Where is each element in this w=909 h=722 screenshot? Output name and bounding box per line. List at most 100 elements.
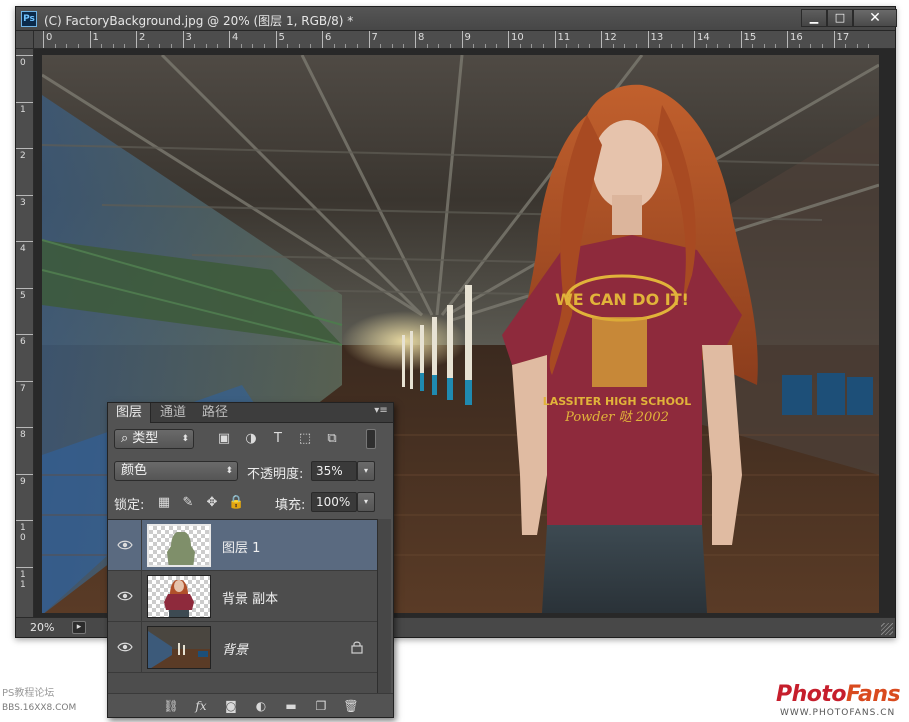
updown-arrow-icon: ⬍ [225, 466, 233, 476]
layers-panel: 图层 通道 路径 ▾≡ ⌕ 类型 ⬍ ▣ ◑ T ⬚ ⧉ 颜色 ⬍ 不透明度: 3… [107, 402, 394, 718]
blend-mode-value: 颜色 [121, 463, 148, 478]
filter-pixel-icon[interactable]: ▣ [216, 431, 232, 447]
ruler-minor-tick [635, 44, 637, 48]
ruler-label: 14 [697, 32, 710, 43]
lock-icon [351, 641, 363, 654]
ruler-minor-tick [391, 44, 393, 48]
layer-row-background-copy[interactable]: 背景 副本 [108, 571, 378, 622]
ruler-label: 9 [20, 476, 26, 487]
new-layer-icon[interactable]: ❐ [312, 698, 330, 714]
fill-dropdown-button[interactable]: ▾ [357, 492, 375, 512]
ruler-minor-tick [194, 44, 196, 48]
fill-input[interactable]: 100% [311, 492, 357, 512]
link-icon[interactable]: ⛓ [162, 698, 180, 714]
ruler-minor-tick [856, 44, 858, 48]
photofans-logo: PhotoFans [776, 682, 901, 707]
ruler-origin[interactable] [16, 31, 34, 49]
visibility-toggle[interactable] [108, 622, 142, 673]
tab-layers[interactable]: 图层 [108, 403, 152, 423]
close-button[interactable]: ✕ [853, 9, 897, 27]
opacity-dropdown-button[interactable]: ▾ [357, 461, 375, 481]
search-icon: ⌕ [121, 431, 129, 446]
ruler-tick [16, 194, 33, 196]
folder-icon[interactable]: ▬ [282, 698, 300, 714]
lock-image-brush-icon[interactable]: ✎ [180, 495, 196, 511]
ruler-minor-tick [542, 44, 544, 48]
ruler-label: 2 [20, 151, 26, 161]
ruler-label: 5 [278, 32, 285, 43]
minimize-button[interactable]: ▁ [801, 9, 827, 27]
horizontal-ruler[interactable]: 0 1 2 3 4 5 6 7 8 9 10 11 12 13 14 15 16 17 [34, 31, 895, 49]
adjustment-icon[interactable]: ◐ [252, 698, 270, 714]
ruler-label: 8 [418, 32, 425, 43]
ruler-minor-tick [531, 44, 533, 48]
maximize-button[interactable]: □ [827, 9, 853, 27]
ruler-label: 11 [557, 32, 571, 43]
layer-thumbnail[interactable] [147, 626, 211, 669]
watermark-left-url: BBS.16XX8.COM [2, 703, 77, 713]
layer-name[interactable]: 背景 [222, 639, 248, 658]
zoom-level[interactable]: 20% [20, 620, 68, 635]
vertical-ruler[interactable]: 0 1 2 3 4 5 6 7 8 9 10 11 [16, 49, 34, 619]
layer-name[interactable]: 图层 1 [222, 537, 260, 556]
filter-shape-icon[interactable]: ⬚ [297, 431, 313, 447]
layer-silhouette-thumbnail [167, 532, 195, 565]
photoshop-logo-icon: Ps [21, 11, 37, 27]
ruler-label: 0 [46, 32, 53, 43]
filter-type-icon[interactable]: T [270, 431, 286, 447]
ruler-label: 10 [511, 32, 524, 43]
eye-icon [117, 591, 133, 601]
trash-icon[interactable]: 🗑 [342, 698, 360, 714]
layers-scrollbar[interactable] [377, 519, 391, 695]
panel-footer: ⛓ fx ◙ ◐ ▬ ❐ 🗑 [108, 693, 393, 717]
filter-adjustment-icon[interactable]: ◑ [243, 431, 259, 447]
ruler-label: 8 [20, 430, 26, 440]
ruler-minor-tick [252, 44, 254, 48]
resize-grip[interactable] [881, 623, 893, 635]
ruler-minor-tick [426, 44, 428, 48]
layer-thumbnail[interactable] [147, 575, 211, 618]
panel-menu-icon[interactable]: ▾≡ [373, 406, 389, 418]
tab-channels[interactable]: 通道 [152, 403, 194, 423]
ruler-minor-tick [345, 44, 347, 48]
lock-transparent-icon[interactable]: ▦ [156, 495, 172, 511]
fx-icon[interactable]: fx [192, 698, 210, 714]
shirt-slogan: WE CAN DO IT! [555, 290, 689, 309]
visibility-toggle[interactable] [108, 520, 142, 571]
document-titlebar[interactable]: Ps (C) FactoryBackground.jpg @ 20% (图层 1… [16, 7, 897, 31]
ruler-label: 11 [20, 569, 26, 590]
ruler-tick [16, 566, 33, 568]
layers-list: 图层 1 背景 副本 背景 [108, 519, 378, 695]
ruler-minor-tick [682, 44, 684, 48]
tab-paths[interactable]: 路径 [194, 403, 236, 423]
ruler-minor-tick [728, 44, 730, 48]
ruler-minor-tick [66, 44, 68, 48]
lock-position-move-icon[interactable]: ✥ [204, 495, 220, 511]
ruler-minor-tick [845, 44, 847, 48]
ruler-minor-tick [670, 44, 672, 48]
filter-smart-object-icon[interactable]: ⧉ [324, 431, 340, 447]
status-menu-icon[interactable]: ▸ [72, 621, 86, 634]
ruler-minor-tick [810, 44, 812, 48]
layer-row-background[interactable]: 背景 [108, 622, 378, 673]
ruler-minor-tick [798, 44, 800, 48]
layer-woman-thumbnail [164, 580, 194, 617]
blend-mode-select[interactable]: 颜色 ⬍ [114, 461, 238, 481]
ruler-minor-tick [484, 44, 486, 48]
fill-label: 填充: [275, 498, 306, 513]
ruler-minor-tick [240, 44, 242, 48]
opacity-input[interactable]: 35% [311, 461, 357, 481]
layer-name[interactable]: 背景 副本 [222, 588, 278, 607]
ruler-minor-tick [380, 44, 382, 48]
filter-toggle-switch[interactable] [366, 429, 376, 449]
lock-all-icon[interactable]: 🔒 [228, 495, 244, 511]
ruler-minor-tick [112, 44, 114, 48]
mask-icon[interactable]: ◙ [222, 698, 240, 714]
ruler-label: 0 [20, 58, 26, 68]
visibility-toggle[interactable] [108, 571, 142, 622]
layer-thumbnail[interactable] [147, 524, 211, 567]
ruler-minor-tick [589, 44, 591, 48]
ruler-minor-tick [717, 44, 719, 48]
layer-row-layer-1[interactable]: 图层 1 [108, 520, 378, 571]
filter-kind-select[interactable]: ⌕ 类型 ⬍ [114, 429, 194, 449]
